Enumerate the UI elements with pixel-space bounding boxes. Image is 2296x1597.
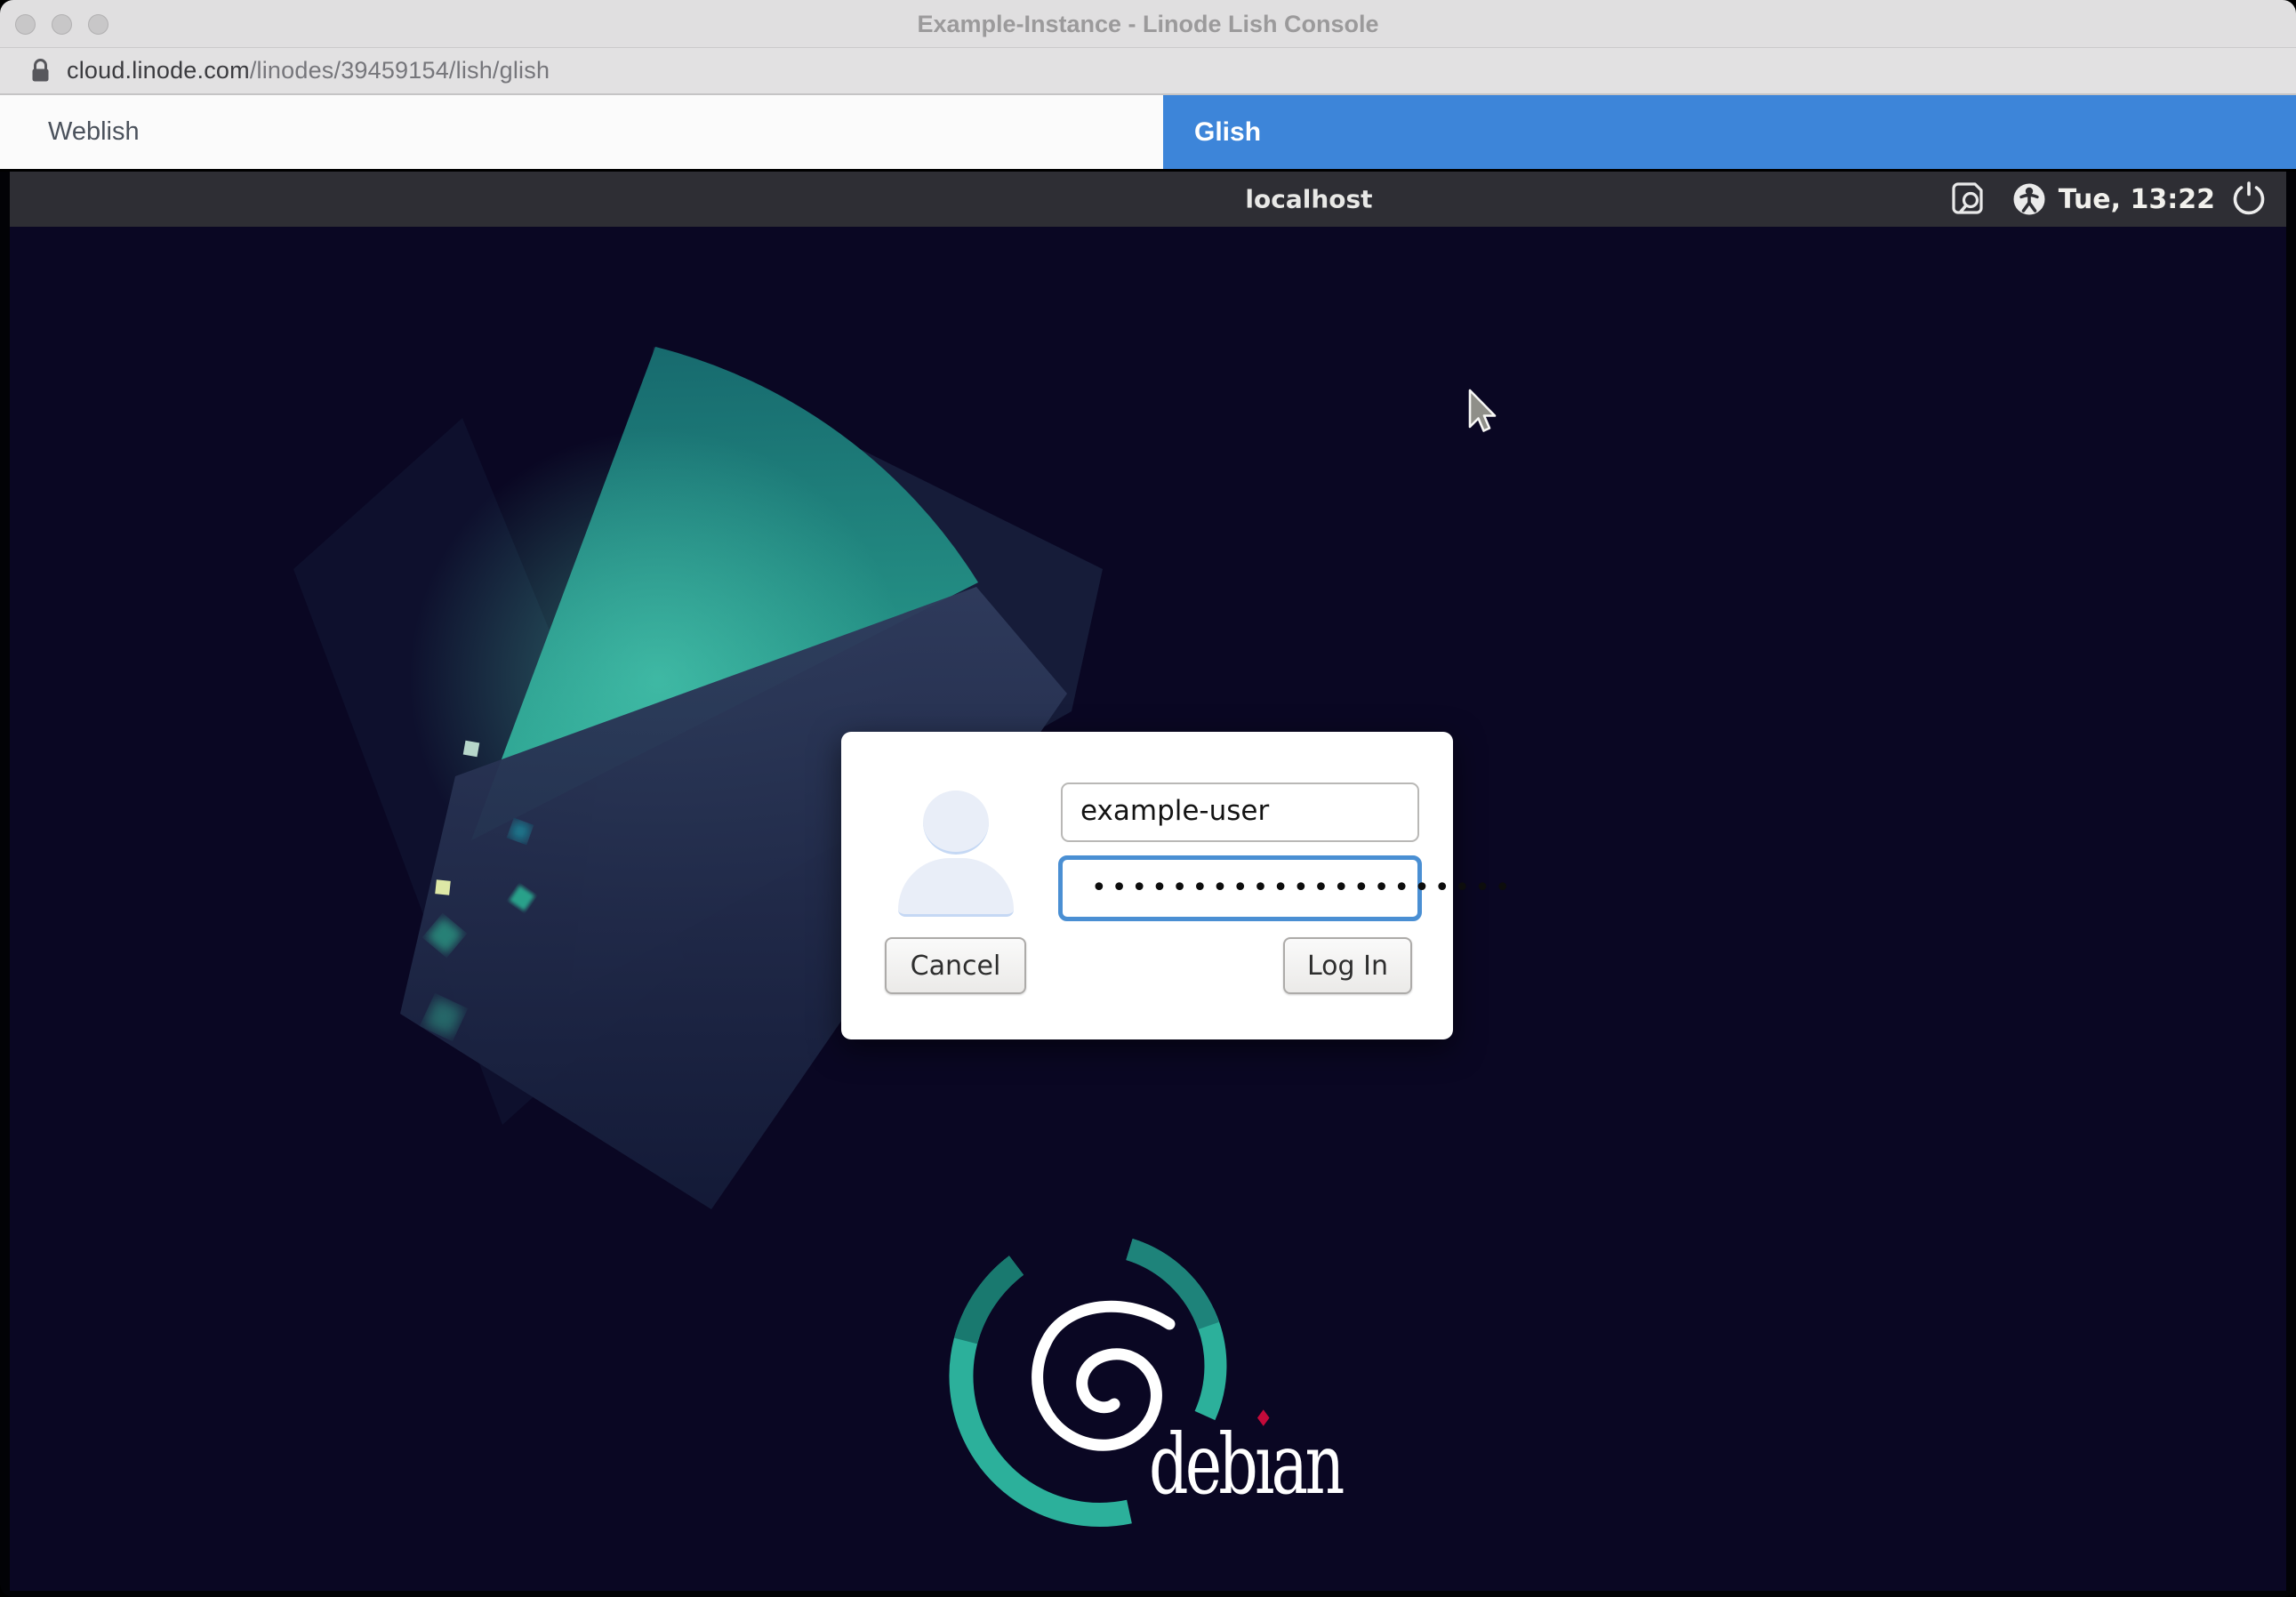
browser-window: Example-Instance - Linode Lish Console c…	[0, 0, 2296, 1597]
mouse-cursor	[1467, 389, 1499, 435]
url-host: cloud.linode.com	[67, 57, 250, 84]
login-dialog: ••••••••••••••••••••• Cancel Log In	[841, 732, 1453, 1039]
tab-weblish-label: Weblish	[48, 117, 140, 147]
glish-screen: localhost Tue, 13:22	[0, 172, 2296, 1597]
avatar-torso	[898, 858, 1014, 917]
window-titlebar: Example-Instance - Linode Lish Console	[0, 0, 2296, 48]
tab-glish[interactable]: Glish	[1163, 95, 2296, 169]
close-window-button[interactable]	[15, 14, 36, 35]
cancel-button[interactable]: Cancel	[885, 937, 1026, 994]
power-icon[interactable]	[2230, 181, 2268, 218]
traffic-lights	[15, 14, 108, 35]
remote-framebuffer[interactable]: localhost Tue, 13:22	[10, 172, 2286, 1591]
debian-logo	[899, 1194, 1397, 1591]
hostname-label: localhost	[1245, 185, 1372, 214]
accessibility-icon[interactable]	[2011, 181, 2047, 217]
url-path: /linodes/39459154/lish/glish	[250, 57, 550, 84]
avatar-head	[923, 790, 989, 855]
password-masked-text: •••••••••••••••••••••	[1091, 875, 1515, 902]
minimize-window-button[interactable]	[52, 14, 72, 35]
gnome-top-bar: localhost Tue, 13:22	[10, 172, 2286, 227]
tab-glish-label: Glish	[1194, 117, 1261, 148]
wordmark-i: ı	[1255, 1416, 1272, 1513]
url-text[interactable]: cloud.linode.com/linodes/39459154/lish/g…	[67, 57, 550, 84]
clock-label[interactable]: Tue, 13:22	[2059, 184, 2215, 215]
window-title: Example-Instance - Linode Lish Console	[0, 0, 2296, 48]
debian-wordmark: debıan	[1149, 1424, 1342, 1507]
username-input[interactable]	[1061, 782, 1419, 842]
lock-icon	[29, 57, 52, 84]
wordmark-left: deb	[1149, 1416, 1255, 1513]
log-in-button[interactable]: Log In	[1283, 937, 1412, 994]
browser-url-bar: cloud.linode.com/linodes/39459154/lish/g…	[0, 48, 2296, 95]
console-tab-bar: Weblish Glish	[0, 95, 2296, 169]
status-area: Tue, 13:22	[1952, 172, 2268, 227]
screen-magnifier-icon[interactable]	[1952, 179, 1987, 220]
wordmark-right: an	[1272, 1416, 1342, 1513]
user-avatar-icon	[898, 790, 1014, 917]
tab-weblish[interactable]: Weblish	[0, 95, 1163, 169]
zoom-window-button[interactable]	[88, 14, 108, 35]
password-input[interactable]: •••••••••••••••••••••	[1058, 855, 1422, 921]
